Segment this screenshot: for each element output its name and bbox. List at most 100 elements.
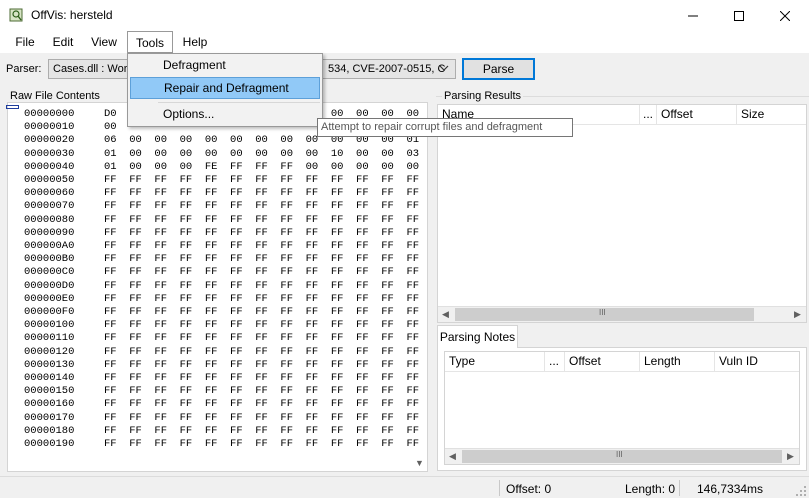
notes-horizontal-scrollbar[interactable]: ◀ III ▶ (445, 448, 799, 464)
hex-address: 00000120 (24, 345, 75, 358)
hex-address: 00000040 (24, 160, 75, 173)
status-length: Length: 0 (625, 482, 676, 496)
hex-address: 00000070 (24, 200, 75, 213)
parsing-notes-list[interactable]: Type ... Offset Length Vuln ID ◀ III ▶ (444, 351, 800, 465)
hex-row: 00000050 FF FF FF FF FF FF FF FF FF FF FF… (8, 174, 420, 187)
hex-bytes: 00 (104, 121, 117, 134)
hex-address: 00000150 (24, 385, 75, 398)
hex-bytes: FF FF FF FF FF FF FF FF FF FF FF FF FF (104, 319, 420, 332)
raw-vertical-scrollbar[interactable]: ▼ (412, 102, 427, 472)
hex-bytes: FF FF FF FF FF FF FF FF FF FF FF FF FF (104, 266, 420, 279)
scrollbar-grip: III (616, 450, 623, 459)
scroll-right-icon[interactable]: ▶ (794, 309, 801, 320)
parse-button[interactable]: Parse (462, 58, 535, 80)
hex-bytes: 01 00 00 00 FE FF FF FF 00 00 00 00 00 (104, 160, 420, 173)
column-header-vuln-id[interactable]: Vuln ID (715, 352, 799, 371)
hex-address: 00000180 (24, 424, 75, 437)
scroll-down-icon[interactable]: ▼ (415, 458, 424, 468)
hex-row: 00000120 FF FF FF FF FF FF FF FF FF FF FF… (8, 345, 420, 359)
hex-bytes: FF FF FF FF FF FF FF FF FF FF FF FF FF (104, 345, 420, 358)
minimize-button[interactable] (670, 0, 716, 31)
hex-row: 000000F0 FF FF FF FF FF FF FF FF FF FF FF… (8, 306, 419, 319)
scroll-left-icon[interactable]: ◀ (442, 309, 449, 320)
menu-help[interactable]: Help (176, 31, 214, 53)
scroll-right-icon[interactable]: ▶ (787, 451, 794, 462)
window-title: OffVis: hersteld (31, 8, 113, 22)
menu-view[interactable]: View (86, 31, 122, 53)
hex-row: 00000030 01 00 00 00 00 00 00 00 00 10 00… (8, 147, 419, 161)
scrollbar-thumb[interactable]: III (455, 308, 754, 321)
column-header-length[interactable]: Length (640, 352, 715, 371)
menu-separator (158, 102, 320, 103)
title-bar: OffVis: hersteld (0, 0, 809, 31)
hex-address: 00000000 (24, 108, 75, 120)
menu-tooltip: Attempt to repair corrupt files and defr… (317, 118, 573, 137)
hex-address: 00000060 (24, 187, 75, 200)
hex-address: 000000A0 (24, 240, 75, 252)
resize-grip-icon[interactable] (795, 485, 807, 497)
hex-bytes: FF FF FF FF FF FF FF FF FF FF FF FF FF (104, 385, 420, 398)
column-header-more[interactable]: ... (640, 105, 657, 124)
hex-row: 00000180 FF FF FF FF FF FF FF FF FF FF FF… (8, 424, 420, 438)
menu-edit[interactable]: Edit (46, 31, 80, 53)
hex-bytes: FF FF FF FF FF FF FF FF FF FF FF FF FF (104, 372, 420, 384)
hex-address: 00000110 (24, 332, 75, 345)
menu-tools[interactable]: Tools (127, 31, 173, 53)
menu-item-options[interactable]: Options... (130, 104, 320, 125)
hex-bytes: FF FF FF FF FF FF FF FF FF FF FF FF FF (104, 174, 420, 186)
hex-address: 00000080 (24, 213, 75, 226)
parser-select-value: Cases.dll : Wor (53, 63, 128, 75)
column-header-offset[interactable]: Offset (657, 105, 737, 124)
hex-address: 00000090 (24, 226, 75, 239)
hex-row: 00000110 FF FF FF FF FF FF FF FF FF FF FF… (8, 332, 419, 345)
header-divider (445, 371, 799, 372)
menu-file[interactable]: File (8, 31, 42, 53)
maximize-button[interactable] (716, 0, 762, 31)
column-header-offset[interactable]: Offset (565, 352, 640, 371)
minimize-icon (688, 15, 698, 16)
close-button[interactable] (762, 0, 808, 31)
hex-address: 00000130 (24, 358, 75, 371)
raw-contents-panel[interactable]: 00000000 D0 00 00 00 00 00000010 00 00000020… (7, 102, 428, 472)
scrollbar-thumb[interactable]: III (462, 450, 782, 463)
status-time: 146,7334ms (697, 482, 764, 496)
hex-bytes: FF FF FF FF FF FF FF FF FF FF FF FF FF (104, 424, 420, 437)
hex-row: 00000080 FF FF FF FF FF FF FF FF FF FF FF… (8, 213, 419, 227)
app-icon (9, 8, 23, 22)
parsing-results-label: Parsing Results (442, 90, 524, 102)
column-header-more[interactable]: ... (545, 352, 565, 371)
column-header-size[interactable]: Size (737, 105, 806, 124)
hex-row: 00000040 01 00 00 00 FE FF FF FF 00 00 00… (8, 160, 420, 174)
hex-bytes: FF FF FF FF FF FF FF FF FF FF FF FF FF (104, 226, 420, 239)
hex-row: 00000190 FF FF FF FF FF FF FF FF FF FF FF… (8, 438, 420, 451)
hex-row: 00000150 FF FF FF FF FF FF FF FF FF FF FF… (8, 385, 420, 398)
tools-menu-dropdown: Defragment Repair and Defragment Options… (127, 53, 323, 127)
hex-bytes: FF FF FF FF FF FF FF FF FF FF FF FF FF (104, 438, 420, 450)
hex-row: 00000160 FF FF FF FF FF FF FF FF FF FF FF… (8, 398, 419, 411)
parser-select-value-tail: 534, CVE-2007-0515, C (328, 63, 446, 75)
column-header-type[interactable]: Type (445, 352, 545, 371)
menu-item-defragment[interactable]: Defragment (130, 55, 320, 76)
cursor-caret (6, 105, 19, 109)
results-horizontal-scrollbar[interactable]: ◀ III ▶ (438, 306, 806, 322)
hex-address: 000000E0 (24, 292, 75, 305)
hex-address: 00000140 (24, 372, 75, 384)
hex-row: 000000D0 FF FF FF FF FF FF FF FF FF FF FF… (8, 280, 419, 293)
tab-parsing-notes[interactable]: Parsing Notes (437, 325, 518, 348)
raw-contents-label: Raw File Contents (10, 90, 100, 102)
hex-row: 00000090 FF FF FF FF FF FF FF FF FF FF FF… (8, 226, 420, 240)
hex-bytes: FF FF FF FF FF FF FF FF FF FF FF FF FF (104, 292, 420, 305)
status-divider (499, 480, 500, 496)
scroll-left-icon[interactable]: ◀ (449, 451, 456, 462)
status-bar: Offset: 0 Length: 0 146,7334ms (0, 476, 809, 498)
menu-item-repair-and-defragment[interactable]: Repair and Defragment (130, 77, 320, 99)
hex-address: 00000030 (24, 147, 75, 160)
hex-row: 000000A0 FF FF FF FF FF FF FF FF FF FF FF… (8, 240, 420, 253)
menu-bar: File Edit View Tools Help (0, 31, 809, 53)
hex-address: 000000B0 (24, 253, 75, 266)
hex-bytes: FF FF FF FF FF FF FF FF FF FF FF FF FF (104, 253, 420, 266)
hex-bytes: FF FF FF FF FF FF FF FF FF FF FF FF FF (104, 240, 420, 252)
hex-address: 00000010 (24, 121, 75, 134)
hex-address: 00000190 (24, 438, 75, 450)
hex-row: 00000170 FF FF FF FF FF FF FF FF FF FF FF… (8, 412, 419, 425)
